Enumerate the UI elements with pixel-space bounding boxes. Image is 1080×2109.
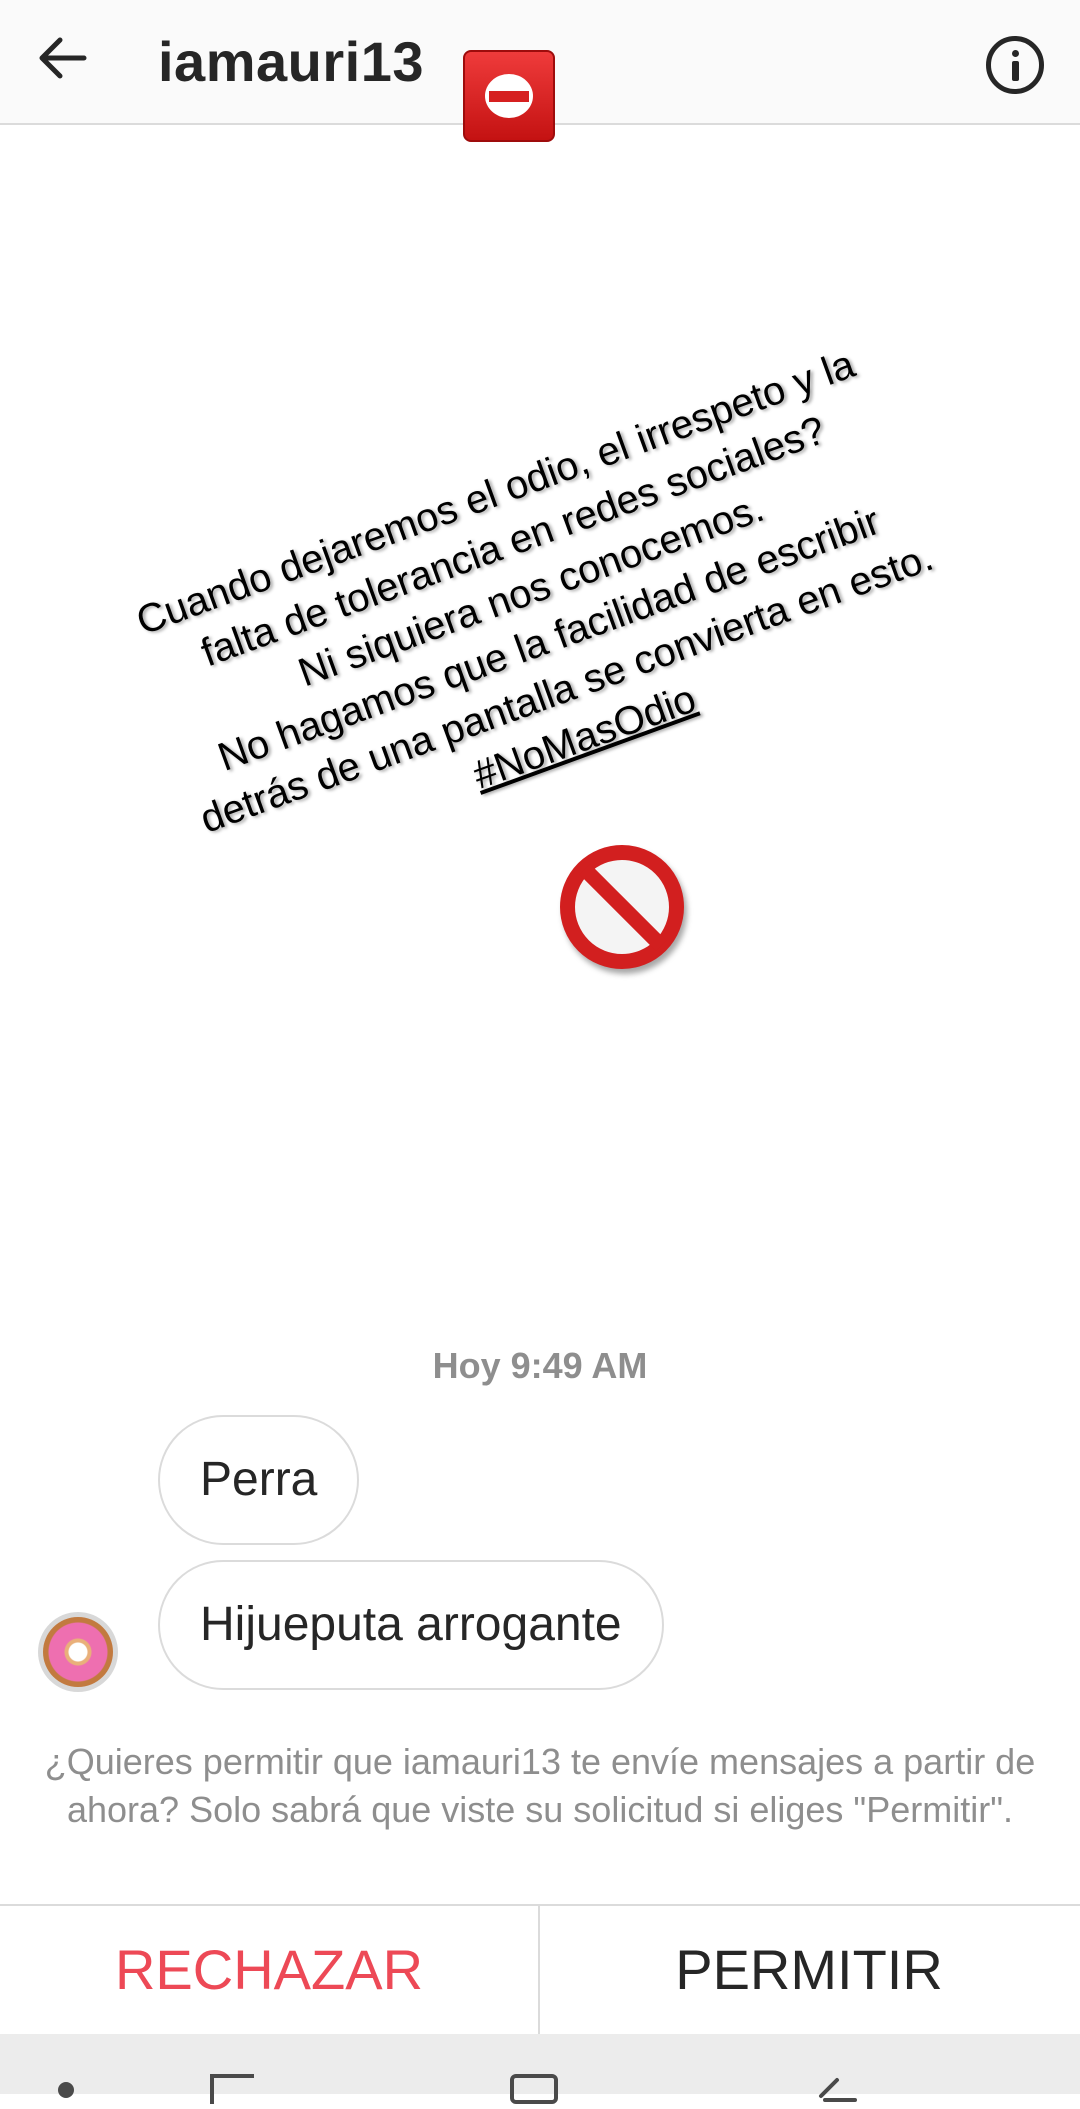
- donut-avatar-icon: [43, 1617, 113, 1687]
- message-bubble[interactable]: Perra: [158, 1415, 360, 1545]
- system-nav-bar: [0, 2034, 1080, 2104]
- chat-username[interactable]: iamauri13: [158, 30, 424, 94]
- story-reply-text[interactable]: Cuando dejaremos el odio, el irrespeto y…: [64, 314, 1016, 915]
- request-action-bar: RECHAZAR PERMITIR: [0, 1904, 1080, 2034]
- message-request-prompt: ¿Quieres permitir que iamauri13 te envíe…: [44, 1741, 1036, 1830]
- nav-back-icon[interactable]: [815, 2074, 859, 2104]
- allow-button[interactable]: PERMITIR: [540, 1906, 1078, 2034]
- recent-apps-icon[interactable]: [210, 2074, 254, 2104]
- sender-avatar[interactable]: [38, 1612, 118, 1692]
- prohibited-sign-icon: [560, 845, 684, 969]
- message-timestamp: Hoy 9:49 AM: [432, 1345, 648, 1386]
- message-bubble[interactable]: Hijueputa arrogante: [158, 1560, 664, 1690]
- nav-dot-icon[interactable]: [58, 2082, 74, 2098]
- back-arrow-icon[interactable]: [32, 26, 96, 90]
- home-icon[interactable]: [510, 2074, 558, 2104]
- info-icon[interactable]: [986, 36, 1044, 94]
- reject-button[interactable]: RECHAZAR: [0, 1906, 538, 2034]
- no-entry-emoji-icon: [463, 50, 555, 142]
